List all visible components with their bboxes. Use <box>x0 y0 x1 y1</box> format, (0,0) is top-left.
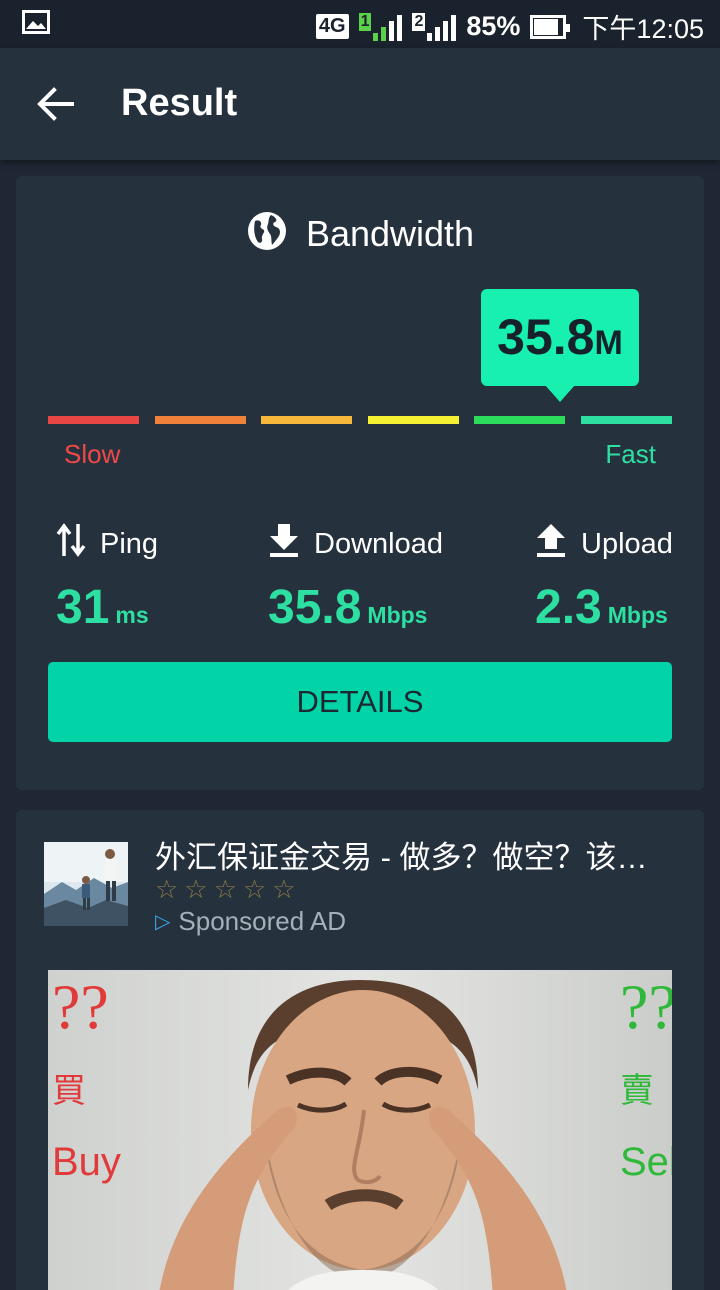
ad-image[interactable]: ?? ?? 買 賣 Buy Sel <box>48 970 672 1290</box>
ad-image-right-marks: ?? <box>620 971 672 1042</box>
scale-segment-3 <box>261 416 352 424</box>
battery-icon <box>530 14 571 39</box>
bandwidth-header: Bandwidth <box>16 210 704 257</box>
ad-image-buy-cn: 買 <box>52 1071 86 1111</box>
sim2-signal-icon: 2 <box>412 12 457 41</box>
ping-arrows-icon <box>56 522 86 566</box>
upload-value: 2.3 <box>535 581 602 634</box>
ping-unit: ms <box>115 602 149 628</box>
ping-label: Ping <box>100 527 159 560</box>
upload-label: Upload <box>581 527 673 560</box>
battery-percent: 85% <box>466 11 521 41</box>
ad-card[interactable]: 外汇保证金交易 - 做多？做空？该… ☆☆☆☆☆ ▷ Sponsored AD <box>16 810 704 1290</box>
ad-image-sell-cn: 賣 <box>620 1071 654 1111</box>
download-value: 35.8 <box>268 581 362 634</box>
download-icon <box>268 522 300 566</box>
download-metric: Download 35.8 Mbps <box>268 522 443 635</box>
scale-segment-5 <box>474 416 565 424</box>
ad-title[interactable]: 外汇保证金交易 - 做多？做空？该… <box>155 832 648 877</box>
slow-label: Slow <box>64 439 121 469</box>
speed-scale <box>48 416 672 424</box>
scale-segment-6 <box>581 416 672 424</box>
download-label: Download <box>314 527 443 560</box>
page-title: Result <box>121 82 238 124</box>
sim1-signal-icon: 1 <box>358 12 403 41</box>
ad-image-sell-en: Sel <box>620 1140 672 1184</box>
speed-value: 35.8 <box>497 309 595 365</box>
scale-segment-1 <box>48 416 139 424</box>
upload-metric: Upload 2.3 Mbps <box>535 522 673 635</box>
network-type-badge: 4G <box>315 14 349 39</box>
sponsored-label: ▷ Sponsored AD <box>155 906 346 937</box>
result-card: Bandwidth 35.8M Slow Fast Ping 31 ms Down… <box>16 176 704 790</box>
status-bar: 4G 1 2 85% 下午12:05 <box>0 0 720 48</box>
ping-metric: Ping 31 ms <box>56 522 158 635</box>
globe-icon <box>246 210 288 257</box>
download-unit: Mbps <box>367 602 428 628</box>
upload-icon <box>535 522 567 566</box>
sponsored-text: Sponsored AD <box>178 906 347 936</box>
clock: 下午12:05 <box>582 14 704 44</box>
upload-unit: Mbps <box>607 602 668 628</box>
speed-unit: M <box>594 324 623 362</box>
ad-thumbnail[interactable] <box>44 842 128 926</box>
back-arrow-icon[interactable] <box>34 82 78 126</box>
details-button[interactable]: DETAILS <box>48 662 672 742</box>
fast-label: Fast <box>605 439 656 469</box>
scale-segment-4 <box>368 416 459 424</box>
app-bar: Result <box>0 48 720 160</box>
bandwidth-label: Bandwidth <box>305 212 475 254</box>
speed-bubble: 35.8M <box>481 289 639 402</box>
ad-image-buy-en: Buy <box>52 1140 121 1184</box>
ad-image-left-marks: ?? <box>52 971 109 1042</box>
scale-segment-2 <box>155 416 246 424</box>
rating-stars: ☆☆☆☆☆ <box>155 874 302 904</box>
gallery-notification-icon <box>22 10 50 41</box>
ping-value: 31 <box>56 581 110 634</box>
ad-choices-icon[interactable]: ▷ <box>155 909 170 934</box>
